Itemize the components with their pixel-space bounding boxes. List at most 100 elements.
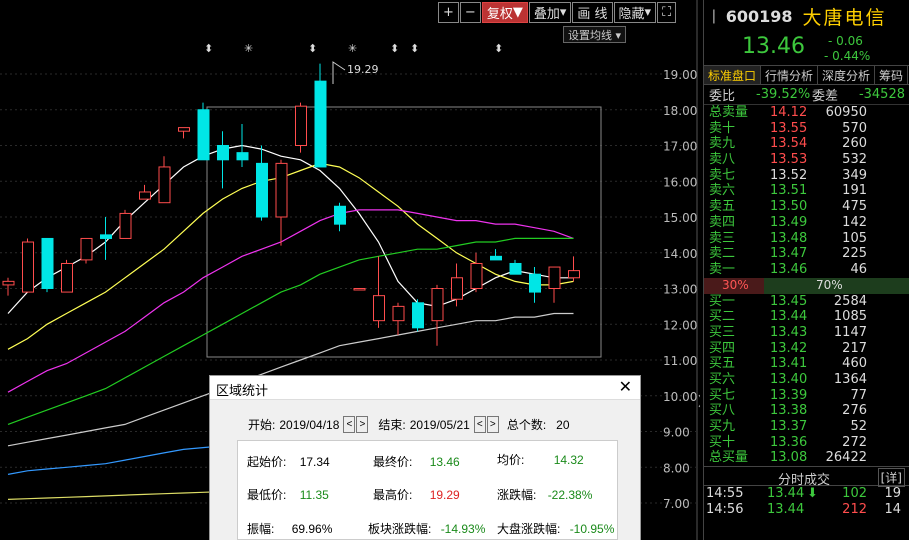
stat-value: 19.29 [429, 488, 460, 502]
dropdown-arrow-icon: ▼ [512, 5, 523, 20]
ask-level-label: 卖四 [709, 214, 736, 230]
tick-time: 14:56 [706, 502, 744, 518]
total-sell-volume: 60950 [825, 105, 867, 120]
overlay-button[interactable]: 叠加 ▾ [528, 2, 572, 23]
bid-level-volume: 217 [842, 340, 867, 356]
count-value: 20 [556, 417, 570, 432]
bid-level-row[interactable]: 买九 13.37 52 [704, 419, 909, 435]
candle-body [236, 152, 249, 161]
ask-level-label: 卖七 [709, 167, 736, 183]
bid-level-row[interactable]: 买一 13.45 2584 [704, 294, 909, 310]
ma10-line [7, 162, 574, 350]
adjust-button[interactable]: 复权 ▼ [481, 2, 528, 23]
fullscreen-icon[interactable]: ⛶ [657, 2, 677, 23]
ask-level-row[interactable]: 卖九 13.54 260 [704, 136, 909, 152]
tick-price: 13.44 [767, 486, 805, 502]
tab-depth-analysis[interactable]: 深度分析 [818, 66, 876, 84]
kline-chart[interactable]: 19.00 18.00 17.00 16.00 15.00 14.00 13.00 12.00… [0, 0, 700, 540]
candle-body [392, 305, 405, 322]
ask-level-volume: 570 [842, 120, 867, 136]
dialog-titlebar[interactable]: 区域统计 ✕ [210, 376, 640, 400]
price-tick-label: 12.00 [663, 318, 697, 332]
candle-body [256, 162, 268, 218]
price-tick-label: 16.00 [663, 175, 697, 189]
candle-body [490, 255, 502, 261]
bid-level-volume: 77 [850, 387, 867, 403]
zoom-out-button[interactable]: − [459, 2, 481, 23]
candle-body [61, 262, 73, 293]
candle-body [470, 262, 483, 290]
bid-level-row[interactable]: 买四 13.42 217 [704, 341, 909, 357]
tab-standard-book[interactable]: 标准盘口 [704, 66, 762, 84]
bid-level-label: 买十 [709, 434, 736, 450]
bid-level-price: 13.45 [770, 293, 808, 309]
start-date: 2019/04/18 [279, 417, 340, 432]
price-tick-label: 17.00 [663, 140, 697, 154]
end-prev-button[interactable]: < [473, 416, 486, 433]
stat-label: 最高价: [373, 488, 413, 502]
zoom-in-button[interactable]: + [438, 2, 459, 23]
ask-level-row[interactable]: 卖八 13.53 532 [704, 152, 909, 168]
ma20-line [7, 209, 574, 393]
bid-level-label: 买六 [709, 372, 736, 387]
ticks-detail-button[interactable]: [详] [877, 468, 905, 488]
bid-level-price: 13.36 [770, 434, 808, 450]
total-buy-label: 总买量 [709, 450, 749, 466]
ask-level-label: 卖五 [709, 199, 736, 215]
ask-levels: 卖十 13.55 570 卖九 13.54 260 卖八 13.53 532 卖七 13.52 349… [704, 121, 909, 278]
candle-body [431, 288, 444, 322]
price-tick-label: 8.00 [663, 461, 690, 475]
ask-level-row[interactable]: 卖一 13.46 46 [704, 262, 909, 278]
price-tick-label: 10.00 [663, 390, 697, 404]
bid-level-volume: 1364 [833, 372, 867, 387]
hide-button[interactable]: 隐藏 ▾ [613, 2, 657, 23]
tick-price: 13.44 [767, 502, 805, 518]
stat-label: 涨跌幅: [497, 488, 537, 502]
panel-collapse-icon[interactable]: ❘ [708, 8, 720, 24]
candle-body [295, 105, 307, 147]
ask-level-row[interactable]: 卖三 13.48 105 [704, 231, 909, 247]
bid-level-label: 买四 [709, 340, 736, 356]
candle-body [314, 80, 327, 168]
stat-value: 17.34 [299, 455, 330, 469]
stat-sector-change: 板块涨跌幅: -14.93% [368, 520, 485, 537]
tick-row: 14:56 13.44 212 14 [704, 502, 909, 518]
bid-level-row[interactable]: 买二 13.44 1085 [704, 309, 909, 325]
bid-levels: 买一 13.45 2584 买二 13.44 1085 买三 13.43 1147 买四 13.42… [704, 294, 909, 451]
bid-level-row[interactable]: 买五 13.41 460 [704, 356, 909, 372]
close-icon[interactable]: ✕ [619, 377, 632, 397]
ask-level-row[interactable]: 卖七 13.52 349 [704, 168, 909, 184]
price-tick-label: 18.00 [663, 104, 697, 118]
ask-level-row[interactable]: 卖五 13.50 475 [704, 199, 909, 215]
ask-level-volume: 46 [850, 261, 867, 277]
tab-chips[interactable]: 筹码 [875, 66, 909, 84]
start-prev-button[interactable]: < [343, 416, 356, 433]
draw-line-button[interactable]: 画 线 [572, 2, 613, 23]
ask-level-row[interactable]: 卖四 13.49 142 [704, 215, 909, 231]
ask-level-row[interactable]: 卖十 13.55 570 [704, 121, 909, 137]
total-sell-label: 总卖量 [709, 105, 749, 120]
tick-row: 14:55 13.44 ⬇ 102 19 [704, 486, 909, 502]
bid-level-price: 13.43 [770, 324, 808, 340]
ma-settings-button[interactable]: 设置均线 ▾ [563, 26, 627, 43]
bid-level-row[interactable]: 买十 13.36 272 [704, 435, 909, 451]
ask-level-price: 13.53 [770, 152, 808, 168]
bid-level-row[interactable]: 买三 13.43 1147 [704, 325, 909, 341]
ask-level-row[interactable]: 卖六 13.51 191 [704, 183, 909, 199]
bid-level-row[interactable]: 买六 13.40 1364 [704, 372, 909, 388]
total-sell-price: 14.12 [770, 105, 808, 120]
bid-level-label: 买五 [709, 356, 736, 372]
bid-level-price: 13.37 [770, 419, 808, 435]
bid-level-volume: 52 [850, 419, 867, 435]
start-next-button[interactable]: > [356, 416, 369, 433]
total-buy-price: 13.08 [770, 450, 808, 466]
bid-level-row[interactable]: 买八 13.38 276 [704, 403, 909, 419]
bid-level-row[interactable]: 买七 13.39 77 [704, 388, 909, 404]
peak-price-label: 19.29 [347, 63, 379, 76]
candle-body [119, 212, 132, 239]
price-tick-label: 19.00 [663, 68, 697, 82]
tab-market-analysis[interactable]: 行情分析 [761, 66, 819, 84]
ask-level-row[interactable]: 卖二 13.47 225 [704, 246, 909, 262]
end-next-button[interactable]: > [486, 416, 499, 433]
stat-low: 最低价: 11.35 [247, 486, 329, 503]
